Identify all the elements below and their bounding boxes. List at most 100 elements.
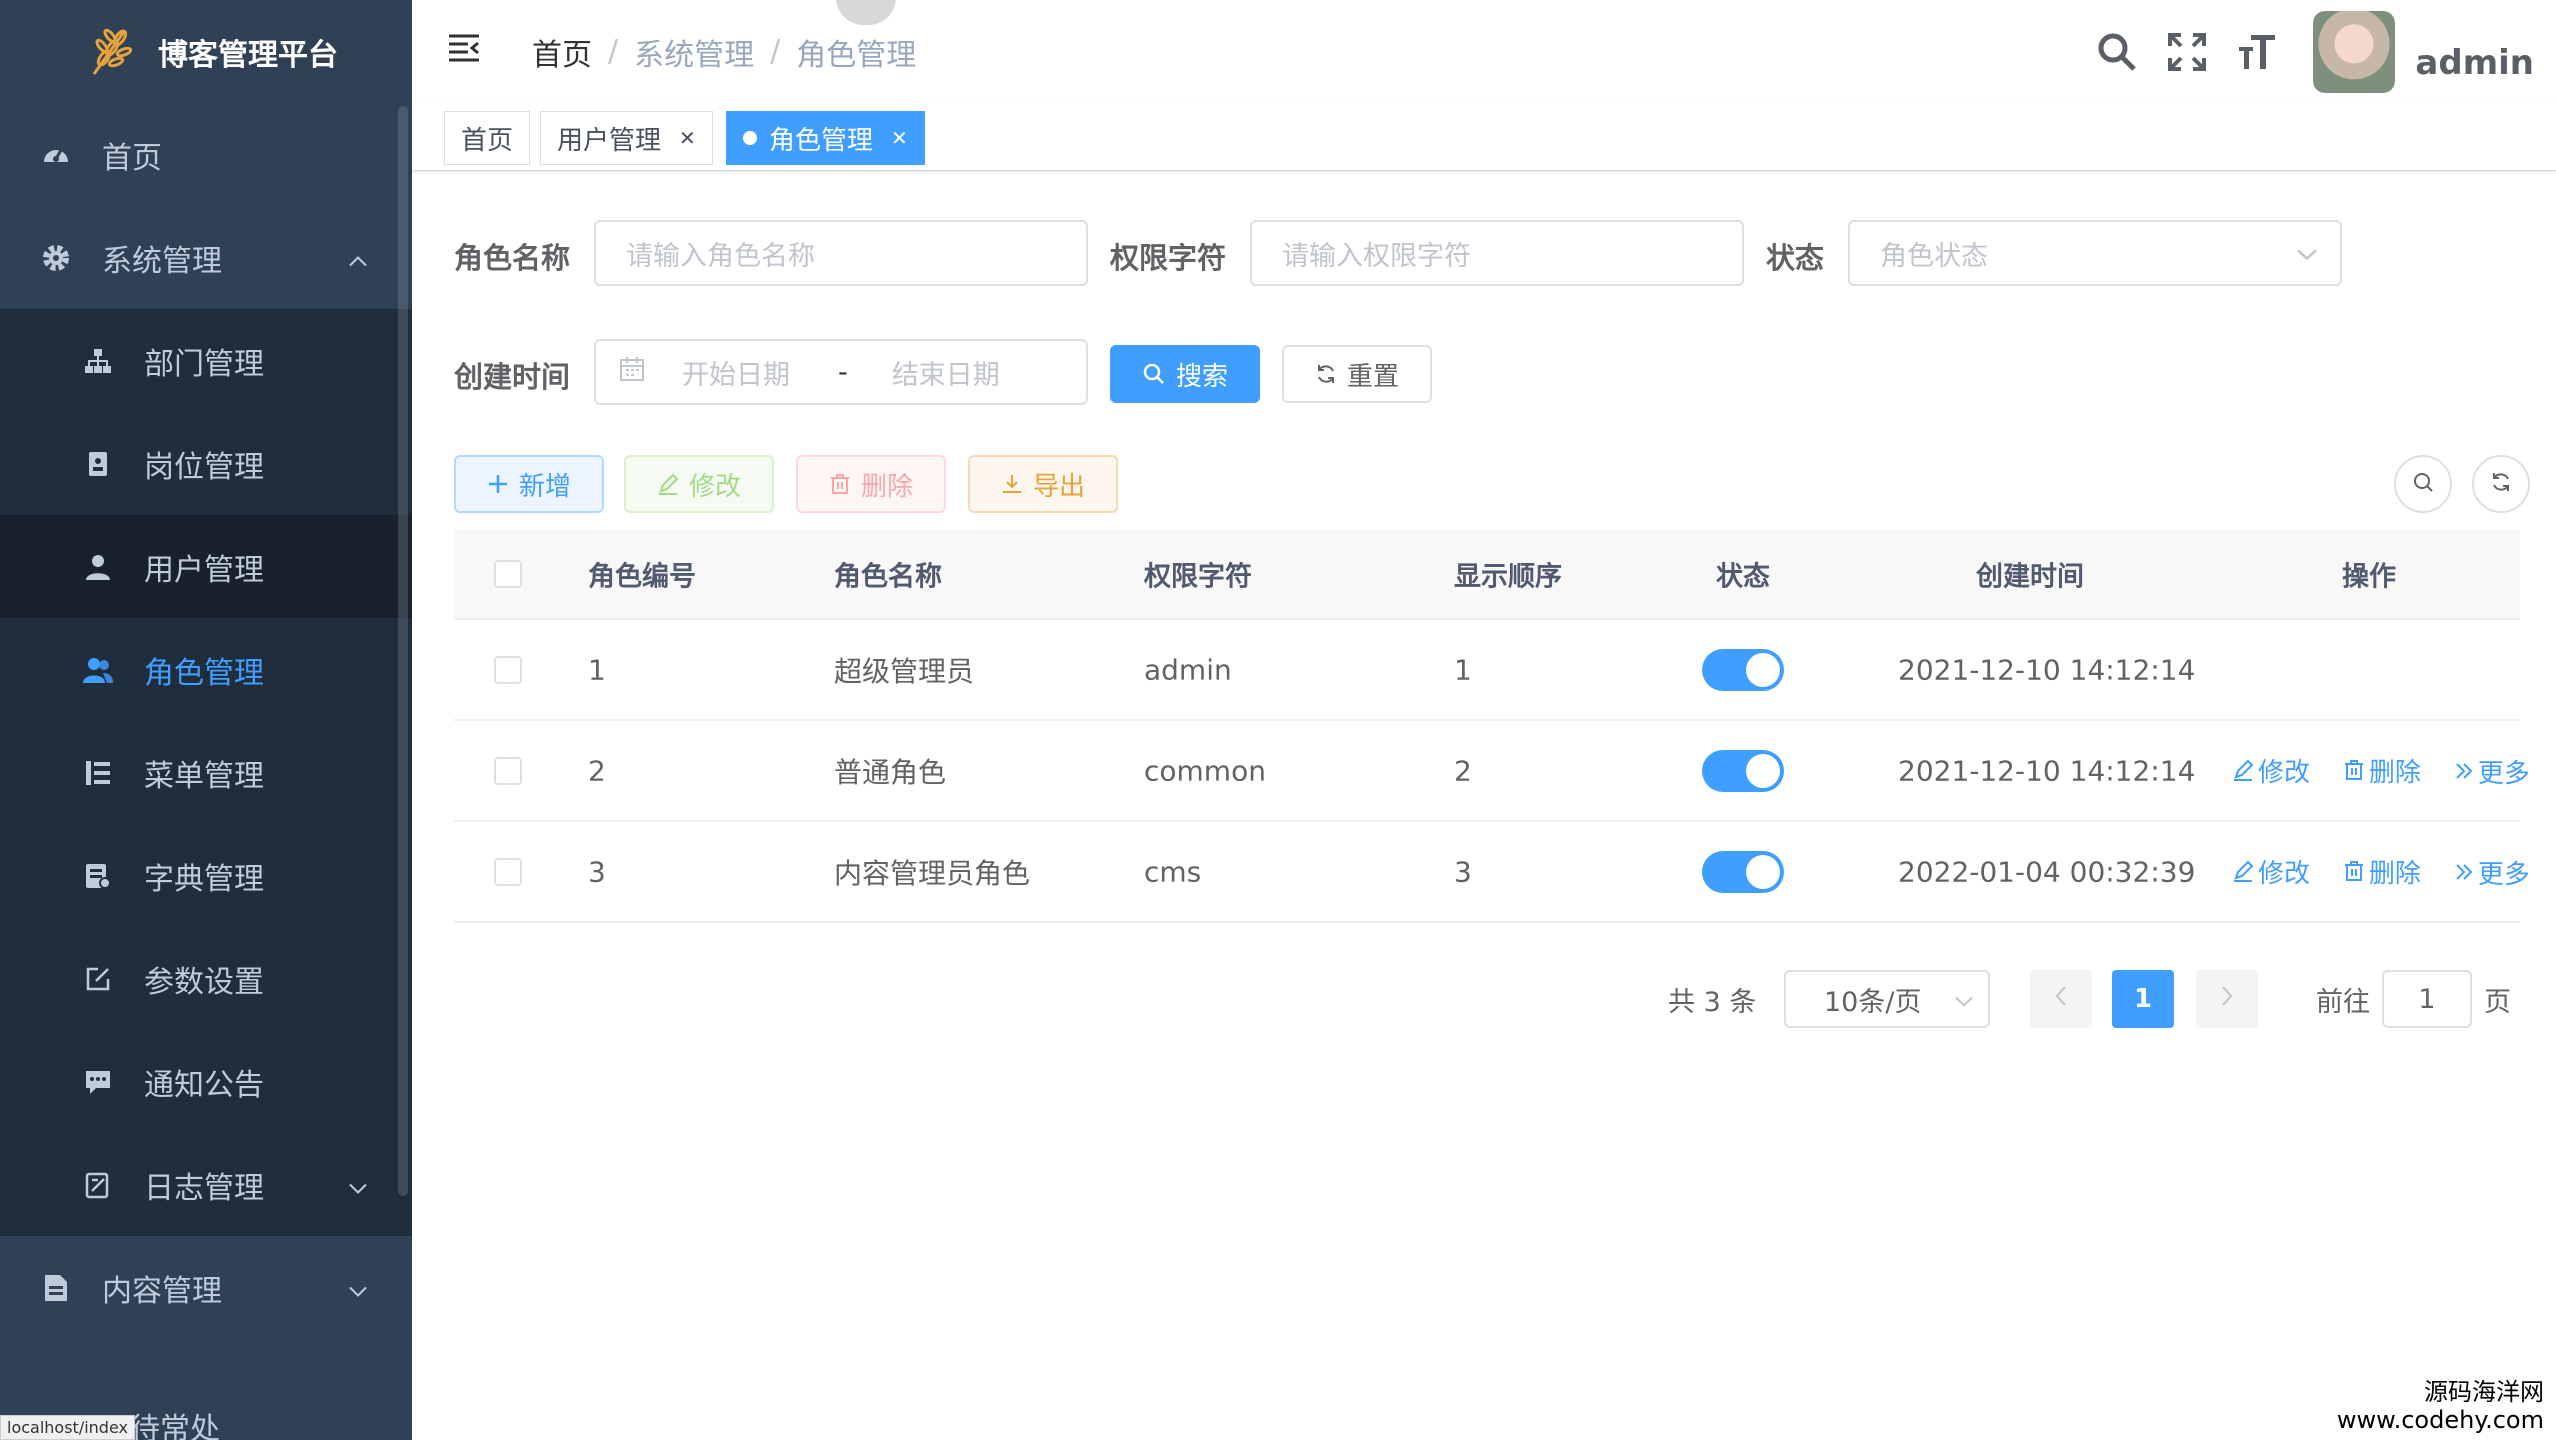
row-checkbox[interactable] xyxy=(494,655,522,684)
logo[interactable]: 博客管理平台 xyxy=(0,0,412,103)
row-delete-link[interactable]: 删除 xyxy=(2343,752,2421,789)
edit-icon xyxy=(657,473,679,495)
row-actions: 修改 删除 更多 xyxy=(2232,752,2530,790)
cell-role-key: cms xyxy=(1144,855,1202,888)
cell-sort: 2 xyxy=(1454,754,1472,787)
column-header-status[interactable]: 状态 xyxy=(1716,555,1770,594)
row-more-link[interactable]: 更多 xyxy=(2454,753,2530,790)
breadcrumb-home[interactable]: 首页 xyxy=(532,30,592,74)
right-menu: admin xyxy=(2095,0,2534,103)
role-name-input[interactable]: 请输入角色名称 xyxy=(594,220,1088,286)
sidebar-item-home[interactable]: 首页 xyxy=(0,103,412,206)
sidebar-item-dept[interactable]: 部门管理 xyxy=(0,309,412,412)
cell-created: 2022-01-04 00:32:39 xyxy=(1898,855,2196,888)
tag-user-management[interactable]: 用户管理 ✕ xyxy=(540,111,713,165)
search-button[interactable]: 搜索 xyxy=(1110,345,1260,403)
row-more-link[interactable]: 更多 xyxy=(2454,854,2530,891)
delete-button[interactable]: 删除 xyxy=(796,455,946,513)
double-arrow-right-icon xyxy=(2454,761,2474,781)
wheat-logo-icon xyxy=(78,22,138,82)
status-switch[interactable] xyxy=(1702,749,1784,792)
hamburger-icon[interactable] xyxy=(446,30,486,70)
font-size-icon[interactable] xyxy=(2235,30,2279,74)
sidebar-item-log[interactable]: 日志管理 xyxy=(0,1133,412,1236)
watermark-line1: 源码海洋网 xyxy=(2424,1378,2544,1406)
post-icon xyxy=(80,446,116,482)
export-button-label: 导出 xyxy=(1032,471,1085,502)
sidebar-item-post[interactable]: 岗位管理 xyxy=(0,412,412,515)
double-arrow-right-icon xyxy=(2454,862,2474,882)
sidebar-item-user[interactable]: 用户管理 xyxy=(0,515,412,618)
cell-created: 2021-12-10 14:12:14 xyxy=(1898,653,2196,686)
row-delete-link[interactable]: 删除 xyxy=(2343,853,2421,890)
prev-page-button[interactable] xyxy=(2030,970,2092,1028)
gear-icon xyxy=(38,240,74,276)
edit-button[interactable]: 修改 xyxy=(624,455,774,513)
tag-role-management[interactable]: 角色管理 ✕ xyxy=(726,111,925,165)
start-date-placeholder[interactable]: 开始日期 xyxy=(682,353,790,392)
sidebar-item-notice[interactable]: 通知公告 xyxy=(0,1030,412,1133)
search-icon xyxy=(2411,470,2435,498)
edit-icon xyxy=(2232,759,2254,781)
close-icon[interactable]: ✕ xyxy=(891,126,908,150)
cell-role-id: 2 xyxy=(588,754,606,787)
sidebar-item-content[interactable]: 内容管理 xyxy=(0,1236,412,1339)
page-size-select[interactable]: 10条/页 xyxy=(1784,970,1990,1028)
sidebar-item-dict[interactable]: 字典管理 xyxy=(0,824,412,927)
next-page-button[interactable] xyxy=(2196,970,2258,1028)
status-label: 状态 xyxy=(1766,241,1825,275)
download-icon xyxy=(1001,473,1023,495)
page-number-current[interactable]: 1 xyxy=(2112,970,2174,1028)
add-button-label: 新增 xyxy=(518,471,571,502)
calendar-icon xyxy=(618,355,646,390)
close-icon[interactable]: ✕ xyxy=(679,126,696,150)
sidebar-item-menu[interactable]: 菜单管理 xyxy=(0,721,412,824)
row-edit-link[interactable]: 修改 xyxy=(2232,853,2310,890)
row-checkbox[interactable] xyxy=(494,756,522,785)
row-edit-link[interactable]: 修改 xyxy=(2232,752,2310,789)
log-icon xyxy=(80,1167,116,1203)
sidebar-scrollbar[interactable] xyxy=(398,106,408,1196)
search-icon[interactable] xyxy=(2095,30,2139,74)
browser-status-url: localhost/index xyxy=(0,1415,135,1440)
status-switch[interactable] xyxy=(1702,648,1784,691)
cell-sort: 3 xyxy=(1454,855,1472,888)
toggle-search-button[interactable] xyxy=(2394,455,2452,513)
column-header-sort[interactable]: 显示顺序 xyxy=(1454,555,1562,594)
sidebar-item-label: 岗位管理 xyxy=(144,449,264,485)
sidebar-item-role[interactable]: 角色管理 xyxy=(0,618,412,721)
cell-role-id: 1 xyxy=(588,653,606,686)
sidebar-item-partial[interactable]: 待常处 xyxy=(130,1404,220,1440)
tag-home[interactable]: 首页 xyxy=(444,111,531,165)
row-checkbox[interactable] xyxy=(494,857,522,886)
row-edit-label: 修改 xyxy=(2258,757,2311,788)
trash-icon xyxy=(2343,860,2365,882)
reset-button[interactable]: 重置 xyxy=(1282,345,1432,403)
goto-page-input[interactable]: 1 xyxy=(2382,970,2472,1028)
sidebar-item-config[interactable]: 参数设置 xyxy=(0,927,412,1030)
end-date-placeholder[interactable]: 结束日期 xyxy=(892,353,1000,392)
role-key-input[interactable]: 请输入权限字符 xyxy=(1250,220,1744,286)
cell-role-name: 超级管理员 xyxy=(834,654,975,688)
status-switch[interactable] xyxy=(1702,850,1784,893)
cell-role-key: admin xyxy=(1144,653,1232,686)
avatar[interactable] xyxy=(2313,10,2396,93)
column-header-created[interactable]: 创建时间 xyxy=(1976,555,2084,594)
export-button[interactable]: 导出 xyxy=(968,455,1118,513)
app-title: 博客管理平台 xyxy=(158,37,338,73)
column-header-role-name[interactable]: 角色名称 xyxy=(834,555,942,594)
role-name-label: 角色名称 xyxy=(454,241,571,275)
watermark-line2: www.codehy.com xyxy=(2336,1406,2544,1434)
fullscreen-icon[interactable] xyxy=(2165,30,2209,74)
row-more-label: 更多 xyxy=(2477,758,2530,789)
select-all-checkbox[interactable] xyxy=(494,560,522,588)
refresh-table-button[interactable] xyxy=(2472,455,2530,513)
username[interactable]: admin xyxy=(2415,43,2534,83)
date-range-picker[interactable]: 开始日期 - 结束日期 xyxy=(594,339,1088,405)
column-header-role-id[interactable]: 角色编号 xyxy=(588,555,696,594)
column-header-role-key[interactable]: 权限字符 xyxy=(1144,555,1252,594)
status-select[interactable]: 角色状态 xyxy=(1848,220,2342,286)
sidebar-item-system[interactable]: 系统管理 xyxy=(0,206,412,309)
cell-sort: 1 xyxy=(1454,653,1472,686)
add-button[interactable]: 新增 xyxy=(454,455,604,513)
